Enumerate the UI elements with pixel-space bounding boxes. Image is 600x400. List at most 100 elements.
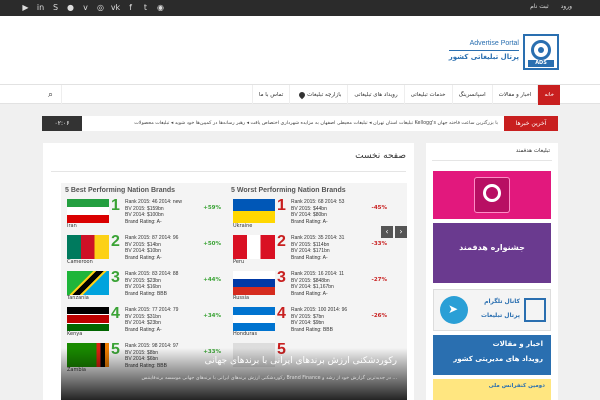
stat-line: Brand Rating: A- [125, 254, 162, 261]
stat-line: Brand Rating: BBB [125, 290, 167, 297]
logo-brand-fa: پرتال تبلیغاتی کشور [448, 53, 519, 61]
sidebar-ad-conference[interactable]: دومین کنفرانس ملی [433, 379, 551, 400]
flag-icon [67, 307, 109, 331]
sidebar-ad-events[interactable]: اخبار و مقالات رویداد های مدیریتی کشور [433, 335, 551, 375]
flag-icon [233, 271, 275, 295]
nav-item-market[interactable]: بازارچه تبلیغات [289, 85, 347, 105]
sidebar: تبلیغات هدفمند جشنواره هدفمند کانال تلگر… [426, 143, 558, 400]
search-icon[interactable]: ⌕ [40, 85, 62, 105]
rank-number: 2 [277, 233, 286, 250]
login-link[interactable]: ورود [561, 3, 572, 10]
stat-line: Rank 2015: 83 2014: 88 [125, 271, 179, 277]
dribbble-icon[interactable]: ◎ [95, 2, 106, 13]
stat-line: Brand Rating: A- [291, 218, 328, 225]
flag-icon [67, 199, 109, 223]
brand-stats: Rank 2015: 77 2014: 79 BV 2015: $31bn BV 2… [125, 307, 178, 333]
nav-item-events[interactable]: رویداد های تبلیغاتی [347, 85, 403, 105]
ticker-label: آخرین خبرها [504, 116, 558, 131]
map-pin-icon [298, 90, 307, 99]
brand-row: Peru 2 Rank 2015: 35 2014: 31 BV 2015: $114… [231, 233, 391, 267]
change-percent: -27% [371, 277, 387, 283]
nav-item-news[interactable]: اخبار و مقالات [491, 85, 538, 105]
rank-number: 4 [111, 305, 120, 322]
stat-line: Brand Rating: A- [291, 254, 328, 261]
twitter-icon[interactable]: t [140, 2, 151, 13]
country-name: Russia [233, 295, 250, 301]
skype-icon[interactable]: S [50, 2, 61, 13]
telegram-icon [440, 296, 468, 324]
ticker-clock: ۰۲:۰۶ [42, 116, 82, 131]
country-name: Honduras [233, 331, 258, 337]
flag-icon [67, 271, 109, 295]
brand-row: Russia 3 Rank 2015: 16 2014: 11 BV 2015: $8… [231, 269, 391, 303]
country-name: Cameroon [67, 259, 93, 265]
slider-next-button[interactable]: › [395, 226, 407, 238]
country-name: Ukraine [233, 223, 253, 229]
logo-brand-en: Advertise Portal [469, 40, 519, 47]
page-title: صفحه نخست [355, 151, 406, 161]
vimeo-icon[interactable]: v [80, 2, 91, 13]
ads-logo-icon [524, 298, 546, 322]
brand-row: Iran 1 Rank 2015: 46 2014: new BV 2015: $15… [65, 197, 225, 231]
country-name: Kenya [67, 331, 83, 337]
vk-icon[interactable]: vk [110, 2, 121, 13]
brand-stats: Rank 2015: 83 2014: 88 BV 2015: $23bn BV 2… [125, 271, 178, 297]
sidebar-ad-target[interactable] [433, 171, 551, 219]
change-percent: +44% [203, 277, 221, 283]
ticker-text[interactable]: تبلیغات استان تهران ◂ تبلیغات محیطی اصفه… [134, 116, 498, 131]
rank-number: 2 [111, 233, 120, 250]
slider-caption[interactable]: رکوردشکنی ارزش برند‌های ایرانی با برند‌ه… [61, 348, 407, 400]
change-percent: -45% [371, 205, 387, 211]
country-name: Peru [233, 259, 245, 265]
brand-stats: Rank 2015: 100 2014: 96 BV 2015: $7bn BV 2… [291, 307, 347, 333]
slider-caption-text: رکوردشکنی ارزش برند‌های ایرانی با برند‌ه… [141, 376, 397, 381]
slider-prev-button[interactable]: ‹ [381, 226, 393, 238]
nav-item-contact[interactable]: تماس با ما [251, 85, 289, 105]
worst-brands-title: 5 Worst Performing Nation Brands [231, 187, 346, 194]
flickr-icon[interactable]: ● [65, 2, 76, 13]
rss-icon[interactable]: ◉ [155, 2, 166, 13]
stat-line: Rank 2015: 46 2014: new [125, 199, 182, 205]
news-ticker: آخرین خبرها تبلیغات استان تهران ◂ تبلیغا… [42, 116, 558, 131]
change-percent: -26% [371, 313, 387, 319]
brand-row: Ukraine 1 Rank 2015: 68 2014: 53 BV 2015: $… [231, 197, 391, 231]
register-link[interactable]: ثبت نام [530, 3, 549, 10]
flag-icon [233, 199, 275, 223]
sidebar-title: تبلیغات هدفمند [515, 148, 550, 154]
sidebar-ad-festival[interactable]: جشنواره هدفمند [433, 223, 551, 283]
country-name: Tanzania [67, 295, 89, 301]
main-nav: خانه اخبار و مقالات اسپانسرینگ خدمات تبل… [0, 84, 600, 105]
sidebar-ad-telegram[interactable]: کانال تلگرام پرتال تبلیغات [433, 289, 551, 331]
nav-item-sponsoring[interactable]: اسپانسرینگ [451, 85, 492, 105]
stat-line: Rank 2015: 68 2014: 53 [291, 199, 345, 205]
facebook-icon[interactable]: f [125, 2, 136, 13]
change-percent: +34% [203, 313, 221, 319]
brand-row: Cameroon 2 Rank 2015: 87 2014: 96 BV 2015: … [65, 233, 225, 267]
stat-line: Rank 2015: 100 2014: 96 [291, 307, 348, 313]
brand-stats: Rank 2015: 87 2014: 96 BV 2015: $14bn BV 2… [125, 235, 178, 261]
rank-number: 1 [277, 197, 286, 214]
top-bar: ▶ in S ● v ◎ vk f t ◉ ثبت نام ورود [0, 0, 600, 16]
target-logo-icon: ADS [523, 34, 559, 70]
change-percent: +59% [203, 205, 221, 211]
linkedin-icon[interactable]: in [35, 2, 46, 13]
target-icon [474, 177, 510, 213]
brand-row: Kenya 4 Rank 2015: 77 2014: 79 BV 2015: $31… [65, 305, 225, 339]
auth-links: ثبت نام ورود [530, 3, 572, 10]
nav-item-home[interactable]: خانه [537, 85, 560, 105]
rank-number: 3 [111, 269, 120, 286]
brand-stats: Rank 2015: 46 2014: new BV 2015: $159bn BV… [125, 199, 182, 225]
stat-line: Brand Rating: BBB [291, 326, 333, 333]
nav-item-services[interactable]: خدمات تبلیغاتی [403, 85, 452, 105]
flag-icon [67, 235, 109, 259]
country-name: Iran [67, 223, 77, 229]
brand-stats: Rank 2015: 68 2014: 53 BV 2015: $44bn BV 2… [291, 199, 344, 225]
slider-caption-title[interactable]: رکوردشکنی ارزش برند‌های ایرانی با برند‌ه… [205, 356, 397, 366]
brand-row: Honduras 4 Rank 2015: 100 2014: 96 BV 2015:… [231, 305, 391, 339]
stat-line: Brand Rating: A- [125, 326, 162, 333]
youtube-icon[interactable]: ▶ [20, 2, 31, 13]
brand-stats: Rank 2015: 16 2014: 11 BV 2015: $848bn BV … [291, 271, 344, 297]
stat-line: Rank 2015: 77 2014: 79 [125, 307, 179, 313]
site-logo[interactable]: ADS Advertise Portal پرتال تبلیغاتی کشور [447, 34, 559, 74]
main-content: صفحه نخست 5 Best Performing Nation Brand… [43, 143, 414, 400]
